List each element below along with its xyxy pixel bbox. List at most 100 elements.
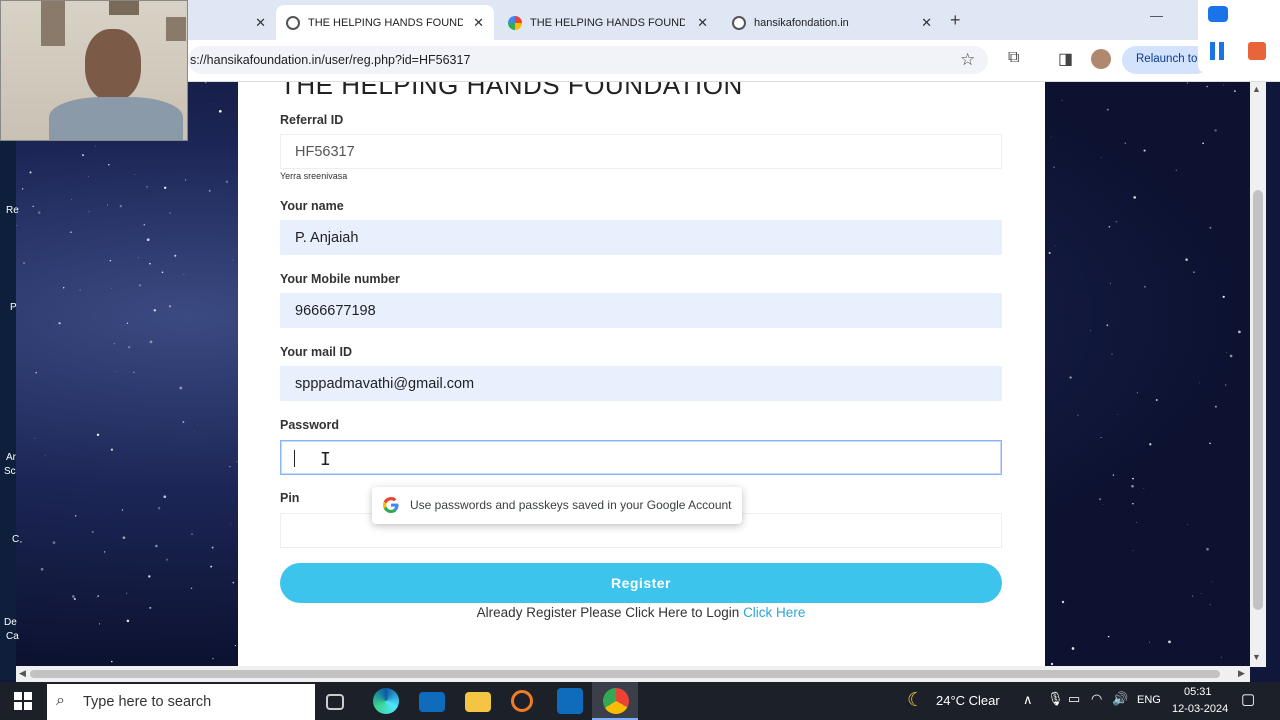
- minimize-button[interactable]: —: [1150, 8, 1163, 23]
- volume-icon[interactable]: 🔊: [1112, 691, 1128, 707]
- close-icon[interactable]: ✕: [697, 15, 708, 31]
- close-icon[interactable]: ✕: [921, 15, 932, 31]
- edge-icon[interactable]: [373, 688, 399, 714]
- star: [1193, 271, 1195, 273]
- stop-icon[interactable]: [1248, 42, 1266, 60]
- password-label: Password: [280, 418, 340, 432]
- password-suggestion-text: Use passwords and passkeys saved in your…: [410, 498, 732, 512]
- tab-title: THE HELPING HANDS FOUNDA: [308, 16, 463, 29]
- star: [146, 238, 150, 242]
- star: [32, 205, 34, 207]
- mail-icon[interactable]: [419, 692, 445, 712]
- wall-frame: [41, 1, 65, 46]
- chevron-up-icon[interactable]: ∧: [1023, 692, 1033, 708]
- star: [1149, 641, 1150, 643]
- star: [1069, 376, 1072, 379]
- explorer-icon[interactable]: [465, 692, 491, 712]
- horizontal-scroll-thumb[interactable]: [30, 670, 1220, 678]
- star: [87, 176, 89, 177]
- star: [1061, 600, 1065, 604]
- extensions-icon[interactable]: ⧉: [1008, 49, 1019, 67]
- password-field[interactable]: [280, 440, 1002, 475]
- notification-icon[interactable]: ▢: [1241, 690, 1255, 708]
- star: [40, 567, 44, 571]
- scroll-left-icon[interactable]: ◀: [19, 668, 26, 679]
- star: [1186, 82, 1189, 84]
- star: [149, 606, 152, 609]
- camera-icon[interactable]: [1208, 6, 1228, 22]
- tab-3[interactable]: hansikafondation.in ✕: [722, 5, 942, 40]
- star: [23, 262, 26, 265]
- weather-text[interactable]: 24°C Clear: [936, 693, 1000, 708]
- store-icon[interactable]: [557, 688, 583, 714]
- star: [1185, 258, 1188, 261]
- google-icon: [383, 497, 399, 513]
- star: [1136, 392, 1138, 394]
- star: [1100, 437, 1102, 438]
- microphone-icon[interactable]: 🎙: [1047, 691, 1064, 707]
- mobile-field[interactable]: 9666677198: [280, 293, 1002, 328]
- search-placeholder: Type here to search: [83, 694, 212, 710]
- desktop-label: Ca: [6, 631, 19, 642]
- star: [16, 225, 18, 226]
- star: [1133, 196, 1137, 199]
- referral-label: Referral ID: [280, 113, 344, 127]
- star: [1214, 129, 1217, 132]
- star-icon[interactable]: ☆: [960, 50, 975, 70]
- language-indicator[interactable]: ENG: [1137, 694, 1161, 706]
- star: [1112, 474, 1115, 476]
- login-prompt: Already Register Please Click Here to Lo…: [280, 605, 1002, 620]
- star: [182, 421, 185, 423]
- app-icon[interactable]: [511, 690, 533, 712]
- new-tab-button[interactable]: +: [950, 10, 961, 31]
- login-link[interactable]: Click Here: [743, 605, 805, 620]
- windows-icon[interactable]: [14, 692, 32, 710]
- battery-icon[interactable]: ▭: [1068, 691, 1080, 707]
- star: [149, 340, 153, 344]
- tab-1[interactable]: THE HELPING HANDS FOUNDA ✕: [276, 5, 494, 40]
- star: [127, 346, 131, 349]
- scroll-up-icon[interactable]: ▲: [1252, 84, 1261, 94]
- star: [126, 592, 128, 594]
- tab-0[interactable]: ✕: [188, 5, 276, 40]
- pause-icon[interactable]: [1210, 42, 1215, 60]
- star: [1117, 414, 1119, 415]
- star: [82, 154, 84, 157]
- star: [1238, 330, 1241, 334]
- profile-icon[interactable]: [1091, 49, 1111, 69]
- clock-time[interactable]: 05:31: [1184, 686, 1212, 698]
- star: [133, 371, 135, 374]
- chrome-icon[interactable]: [603, 688, 629, 714]
- scroll-down-icon[interactable]: ▼: [1252, 652, 1261, 662]
- star: [225, 180, 229, 183]
- star: [1191, 595, 1194, 597]
- taskbar-search[interactable]: Type here to search: [47, 684, 315, 720]
- url-bar[interactable]: s://hansikafoundation.in/user/reg.php?id…: [188, 46, 988, 74]
- scroll-right-icon[interactable]: ▶: [1238, 668, 1245, 679]
- recorder-widget: [1198, 0, 1280, 72]
- relaunch-button[interactable]: Relaunch to: [1122, 46, 1210, 74]
- tab-2[interactable]: THE HELPING HANDS FOUNDA ✕: [498, 5, 718, 40]
- star: [110, 448, 114, 451]
- wall-frame: [166, 17, 186, 41]
- star: [1111, 353, 1113, 355]
- close-icon[interactable]: ✕: [473, 15, 484, 31]
- pause-icon[interactable]: [1219, 42, 1224, 60]
- vertical-scroll-thumb[interactable]: [1253, 190, 1263, 610]
- register-button[interactable]: Register: [280, 563, 1002, 603]
- taskview-icon[interactable]: [326, 694, 344, 710]
- star: [97, 595, 100, 598]
- close-icon[interactable]: ✕: [255, 15, 266, 31]
- mail-field[interactable]: spppadmavathi@gmail.com: [280, 366, 1002, 401]
- star: [88, 211, 90, 213]
- name-field[interactable]: P. Anjaiah: [280, 220, 1002, 255]
- star: [163, 495, 167, 499]
- clock-date[interactable]: 12-03-2024: [1172, 703, 1228, 715]
- wifi-icon[interactable]: ◠: [1091, 691, 1102, 707]
- password-suggestion-popup[interactable]: Use passwords and passkeys saved in your…: [372, 487, 742, 524]
- star: [149, 262, 151, 265]
- sidepanel-icon[interactable]: ◨: [1058, 49, 1073, 69]
- star: [1214, 405, 1217, 408]
- referral-id-field[interactable]: HF56317: [280, 134, 1002, 169]
- star: [179, 386, 183, 390]
